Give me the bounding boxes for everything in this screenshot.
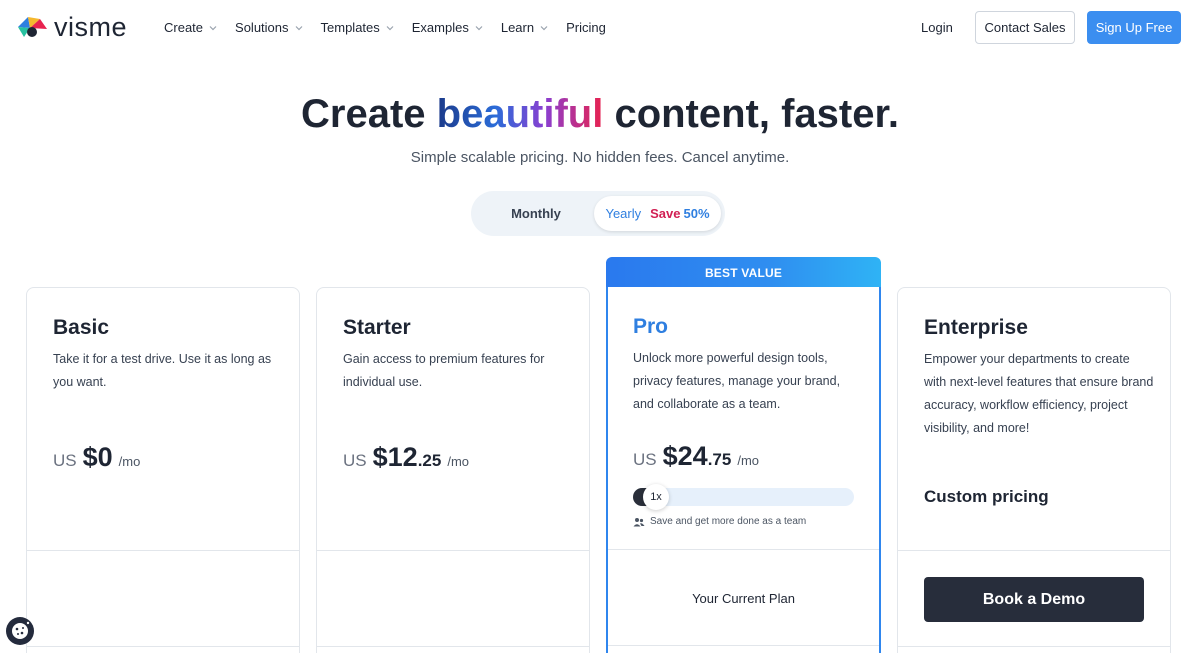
card-divider — [608, 645, 879, 646]
chevron-down-icon — [540, 26, 548, 31]
cookie-icon — [12, 621, 30, 639]
chevron-down-icon — [295, 26, 302, 31]
billing-toggle: Monthly Yearly Save 50% — [471, 191, 725, 236]
title-part-1: Create — [301, 92, 437, 136]
plan-card-enterprise: Enterprise Empower your departments to c… — [897, 287, 1171, 653]
contact-sales-button[interactable]: Contact Sales — [975, 11, 1075, 44]
page-title: Create beautiful content, faster. — [0, 89, 1200, 139]
menu-examples-label: Examples — [411, 20, 469, 35]
menu-learn-label: Learn — [500, 20, 535, 35]
card-divider — [898, 550, 1170, 551]
login-link[interactable]: Login — [921, 19, 953, 37]
page-subtitle: Simple scalable pricing. No hidden fees.… — [410, 149, 790, 166]
card-divider — [27, 550, 299, 551]
plan-card-starter: Starter Gain access to premium features … — [316, 287, 590, 653]
card-divider — [898, 646, 1170, 647]
price-amount: $0 — [82, 442, 113, 472]
save-label: Save — [650, 206, 681, 221]
menu-solutions-label: Solutions — [235, 20, 289, 35]
chevron-down-icon — [209, 26, 217, 31]
best-value-badge: BEST VALUE — [606, 257, 881, 289]
menu-pricing[interactable]: Pricing — [566, 19, 606, 37]
price-currency: US — [343, 451, 367, 470]
price-amount: $24 — [662, 441, 708, 471]
team-note: Save and get more done as a team — [633, 516, 806, 527]
menu-solutions[interactable]: Solutions — [235, 19, 303, 37]
top-nav: visme Create Solutions Templates Example… — [0, 0, 1200, 56]
save-percent: 50% — [683, 206, 710, 221]
visme-logo-icon — [18, 17, 47, 37]
yearly-label: Yearly — [605, 206, 642, 221]
plan-price: US $24.75 /mo — [633, 441, 759, 472]
title-part-2: content, faster. — [603, 92, 899, 136]
menu-templates-label: Templates — [320, 20, 380, 35]
plan-name: Starter — [343, 316, 411, 339]
title-highlight: beautiful — [436, 92, 604, 136]
price-amount: $12 — [372, 442, 418, 472]
plan-price: US $0 /mo — [53, 442, 140, 473]
price-currency: US — [633, 450, 657, 469]
price-period: /mo — [737, 453, 759, 468]
plan-description: Take it for a test drive. Use it as long… — [53, 352, 272, 389]
card-divider — [27, 646, 299, 647]
price-currency: US — [53, 451, 77, 470]
card-divider — [608, 549, 879, 550]
plan-card-pro: Pro Unlock more powerful design tools, p… — [606, 287, 881, 653]
plan-price: US $12.25 /mo — [343, 442, 469, 473]
plan-name: Enterprise — [924, 316, 1028, 339]
main-menu: Create Solutions Templates Examples Lear… — [164, 19, 623, 37]
plan-description: Empower your departments to create with … — [924, 352, 1154, 435]
plan-description: Gain access to premium features for indi… — [343, 352, 545, 389]
book-demo-button[interactable]: Book a Demo — [924, 577, 1144, 622]
custom-pricing-label: Custom pricing — [924, 487, 1049, 506]
team-seats-slider[interactable]: 1x — [633, 484, 854, 510]
menu-templates[interactable]: Templates — [321, 19, 395, 37]
price-cents: .75 — [707, 450, 732, 469]
team-note-text: Save and get more done as a team — [650, 516, 807, 527]
menu-examples[interactable]: Examples — [412, 19, 484, 37]
plan-card-basic: Basic Take it for a test drive. Use it a… — [26, 287, 300, 653]
menu-learn[interactable]: Learn — [501, 19, 549, 37]
logo[interactable]: visme — [14, 12, 127, 42]
billing-monthly-option[interactable]: Monthly — [471, 191, 601, 236]
cookie-settings-button[interactable] — [6, 617, 34, 645]
team-icon — [633, 517, 645, 526]
chevron-down-icon — [386, 26, 394, 31]
plan-description: Unlock more powerful design tools, priva… — [633, 351, 841, 411]
menu-pricing-label: Pricing — [566, 20, 606, 35]
price-period: /mo — [118, 454, 141, 469]
billing-yearly-option[interactable]: Yearly Save 50% — [594, 196, 721, 231]
price-cents: .25 — [417, 451, 442, 470]
sign-up-button[interactable]: Sign Up Free — [1087, 11, 1181, 44]
plan-name: Pro — [633, 315, 669, 338]
card-divider — [317, 646, 589, 647]
slider-handle[interactable]: 1x — [643, 484, 669, 510]
plan-name: Basic — [53, 316, 110, 339]
menu-create[interactable]: Create — [164, 19, 218, 37]
chevron-down-icon — [475, 26, 483, 31]
menu-create-label: Create — [164, 20, 204, 35]
logo-text: visme — [54, 12, 128, 42]
price-period: /mo — [447, 454, 469, 469]
current-plan-label: Your Current Plan — [692, 591, 795, 606]
card-divider — [317, 550, 589, 551]
